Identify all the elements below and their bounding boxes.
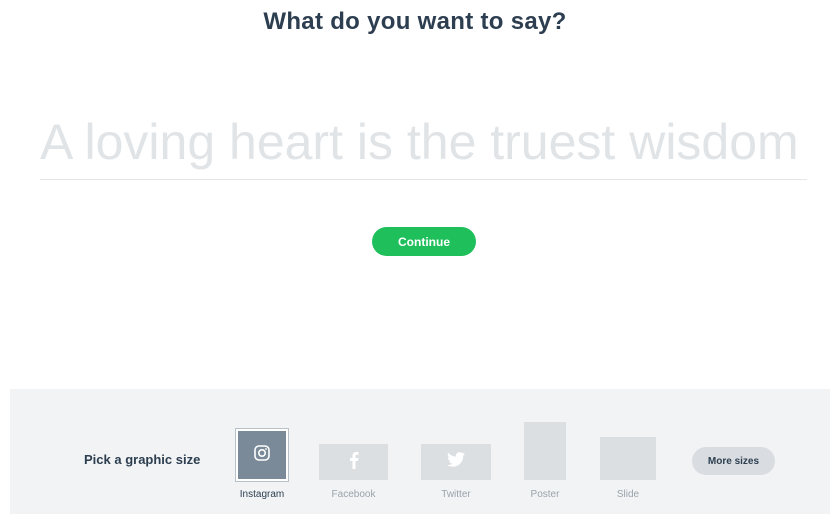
- page: What do you want to say? Continue Pick a…: [0, 0, 830, 514]
- pick-size-label: Pick a graphic size: [84, 452, 201, 467]
- size-option-instagram[interactable]: Instagram: [235, 428, 289, 505]
- size-label-poster: Poster: [530, 489, 560, 500]
- size-thumb-instagram: [235, 428, 289, 482]
- page-title: What do you want to say?: [263, 8, 567, 35]
- size-thumb-facebook: [319, 444, 388, 480]
- instagram-icon: [254, 444, 270, 466]
- twitter-icon: [447, 452, 465, 472]
- size-label-facebook: Facebook: [331, 489, 376, 500]
- size-thumb-slide: [600, 437, 656, 480]
- size-option-slide[interactable]: Slide: [600, 437, 656, 505]
- size-option-facebook[interactable]: Facebook: [319, 444, 388, 505]
- graphic-size-panel: Pick a graphic size Instagram Facebook T…: [10, 389, 830, 514]
- size-thumb-twitter: [421, 444, 491, 480]
- continue-button[interactable]: Continue: [372, 227, 476, 256]
- size-thumb-poster: [524, 422, 566, 480]
- size-option-twitter[interactable]: Twitter: [421, 444, 491, 505]
- size-option-poster[interactable]: Poster: [524, 422, 566, 505]
- message-input[interactable]: [40, 104, 807, 180]
- facebook-icon: [349, 451, 359, 474]
- size-label-twitter: Twitter: [441, 489, 471, 500]
- size-label-slide: Slide: [616, 489, 640, 500]
- size-label-instagram: Instagram: [239, 489, 285, 500]
- more-sizes-button[interactable]: More sizes: [692, 447, 775, 475]
